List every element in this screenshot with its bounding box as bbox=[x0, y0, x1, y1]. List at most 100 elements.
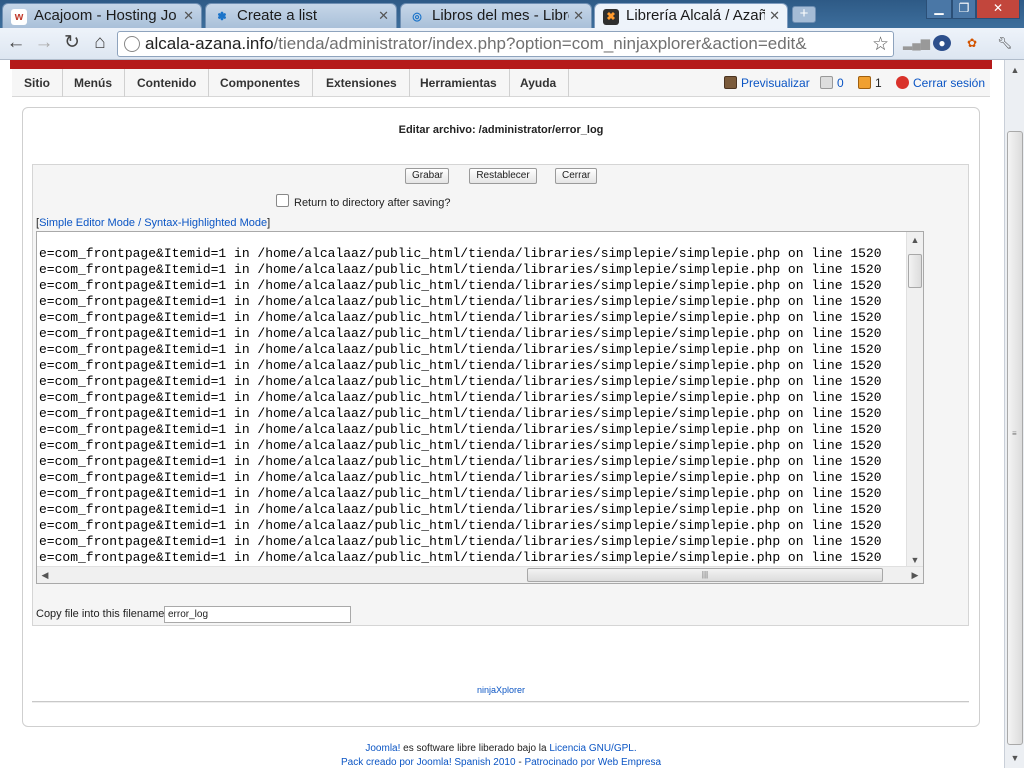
home-icon[interactable]: ⌂ bbox=[89, 32, 111, 54]
tab-strip: w Acajoom - Hosting Jo ✕ ✽ Create a list… bbox=[0, 0, 1024, 28]
code-lines[interactable]: e=com_frontpage&Itemid=1 in /home/alcala… bbox=[39, 246, 905, 566]
code-line: e=com_frontpage&Itemid=1 in /home/alcala… bbox=[39, 438, 882, 453]
menu-componentes[interactable]: Componentes bbox=[208, 69, 314, 97]
tab-create-list[interactable]: ✽ Create a list ✕ bbox=[205, 3, 397, 28]
preview-icon bbox=[724, 76, 737, 89]
signal-bars-icon[interactable]: ▂▄▆ bbox=[903, 35, 930, 51]
editor-mode-link[interactable]: Simple Editor Mode / Syntax-Highlighted … bbox=[39, 217, 267, 229]
close-button[interactable]: Cerrar bbox=[555, 168, 597, 184]
page-scroll-down-icon[interactable]: ▼ bbox=[1007, 750, 1023, 766]
return-directory-checkbox[interactable] bbox=[276, 194, 289, 207]
sponsor-link[interactable]: Patrocinado por Web Empresa bbox=[524, 757, 661, 768]
window-close-button[interactable]: ✕ bbox=[976, 0, 1020, 19]
code-line: e=com_frontpage&Itemid=1 in /home/alcala… bbox=[39, 342, 882, 357]
pack-link[interactable]: Pack creado por Joomla! Spanish 2010 bbox=[341, 757, 516, 768]
scroll-up-icon[interactable]: ▲ bbox=[907, 232, 923, 248]
code-line: e=com_frontpage&Itemid=1 in /home/alcala… bbox=[39, 358, 882, 373]
list-favicon-icon: ✽ bbox=[217, 11, 227, 23]
reload-icon[interactable]: ↻ bbox=[61, 32, 83, 54]
code-horizontal-scrollbar[interactable]: ◀ ||| ▶ bbox=[37, 566, 923, 583]
code-line: e=com_frontpage&Itemid=1 in /home/alcala… bbox=[39, 550, 882, 565]
copy-filename-input[interactable] bbox=[164, 606, 351, 623]
close-tab-icon[interactable]: ✕ bbox=[183, 8, 194, 24]
messages-icon bbox=[820, 76, 833, 89]
page-scroll-up-icon[interactable]: ▲ bbox=[1007, 62, 1023, 78]
code-horizontal-thumb[interactable]: ||| bbox=[527, 568, 883, 582]
code-line: e=com_frontpage&Itemid=1 in /home/alcala… bbox=[39, 422, 882, 437]
menu-ayuda[interactable]: Ayuda bbox=[508, 69, 570, 97]
menu-menus[interactable]: Menús bbox=[62, 69, 126, 97]
code-line: e=com_frontpage&Itemid=1 in /home/alcala… bbox=[39, 310, 882, 325]
menu-contenido[interactable]: Contenido bbox=[125, 69, 210, 97]
save-button[interactable]: Grabar bbox=[405, 168, 449, 184]
joomla-link[interactable]: Joomla! bbox=[365, 743, 400, 754]
tab-title: Librería Alcalá / Azañ bbox=[626, 7, 765, 24]
code-line: e=com_frontpage&Itemid=1 in /home/alcala… bbox=[39, 406, 882, 421]
wrench-icon[interactable]: 🔧︎ bbox=[996, 35, 1014, 51]
code-line: e=com_frontpage&Itemid=1 in /home/alcala… bbox=[39, 246, 882, 261]
new-tab-button[interactable]: + bbox=[792, 6, 816, 23]
extension-flower-icon[interactable]: ✿ bbox=[963, 35, 981, 51]
code-line: e=com_frontpage&Itemid=1 in /home/alcala… bbox=[39, 390, 882, 405]
code-line: e=com_frontpage&Itemid=1 in /home/alcala… bbox=[39, 502, 882, 517]
code-line: e=com_frontpage&Itemid=1 in /home/alcala… bbox=[39, 534, 882, 549]
code-line: e=com_frontpage&Itemid=1 in /home/alcala… bbox=[39, 454, 882, 469]
forward-arrow-icon[interactable]: → bbox=[33, 32, 55, 54]
divider bbox=[32, 701, 969, 703]
menu-extensiones[interactable]: Extensiones bbox=[314, 69, 410, 97]
tab-title: Acajoom - Hosting Jo bbox=[34, 7, 177, 24]
users-icon bbox=[858, 76, 871, 89]
code-line: e=com_frontpage&Itemid=1 in /home/alcala… bbox=[39, 326, 882, 341]
maximize-button[interactable]: ❐ bbox=[952, 0, 976, 19]
footer-separator: - bbox=[518, 757, 522, 768]
tab-title: Libros del mes - Libre bbox=[432, 7, 569, 24]
minimize-button[interactable]: ▁ bbox=[926, 0, 952, 19]
page-scrollbar[interactable]: ▲ ≡ ▼ bbox=[1004, 60, 1024, 768]
code-line: e=com_frontpage&Itemid=1 in /home/alcala… bbox=[39, 262, 882, 277]
code-vertical-thumb[interactable] bbox=[908, 254, 922, 288]
libros-favicon-icon: ◎ bbox=[412, 11, 422, 23]
reset-button[interactable]: Restablecer bbox=[469, 168, 537, 184]
return-directory-label: Return to directory after saving? bbox=[294, 197, 451, 209]
users-online-count: 1 bbox=[858, 76, 882, 90]
logout-icon bbox=[896, 76, 909, 89]
page-content: Sitio Menús Contenido Componentes Extens… bbox=[0, 60, 1004, 768]
tab-libreria-alcala[interactable]: ✖ Librería Alcalá / Azañ ✕ bbox=[594, 3, 788, 28]
tab-acajoom[interactable]: w Acajoom - Hosting Jo ✕ bbox=[2, 3, 202, 28]
globe-icon bbox=[124, 36, 140, 52]
copy-filename-label: Copy file into this filename bbox=[36, 608, 165, 620]
code-editor[interactable]: e=com_frontpage&Itemid=1 in /home/alcala… bbox=[36, 231, 924, 584]
close-tab-icon[interactable]: ✕ bbox=[378, 8, 389, 24]
preview-link[interactable]: Previsualizar bbox=[724, 76, 810, 90]
logout-link[interactable]: Cerrar sesión bbox=[896, 76, 985, 90]
menu-sitio[interactable]: Sitio bbox=[12, 69, 63, 97]
back-arrow-icon[interactable]: ← bbox=[5, 32, 27, 54]
menu-herramientas[interactable]: Herramientas bbox=[408, 69, 510, 97]
code-line: e=com_frontpage&Itemid=1 in /home/alcala… bbox=[39, 278, 882, 293]
tab-libros-del-mes[interactable]: ◎ Libros del mes - Libre ✕ bbox=[400, 3, 592, 28]
header-accent-bar bbox=[10, 60, 992, 69]
footer-text: es software libre liberado bajo la bbox=[403, 743, 547, 754]
code-line: e=com_frontpage&Itemid=1 in /home/alcala… bbox=[39, 486, 882, 501]
admin-menu-bar: Sitio Menús Contenido Componentes Extens… bbox=[12, 69, 990, 97]
license-link[interactable]: Licencia GNU/GPL. bbox=[549, 743, 636, 754]
code-line: e=com_frontpage&Itemid=1 in /home/alcala… bbox=[39, 518, 882, 533]
code-line: e=com_frontpage&Itemid=1 in /home/alcala… bbox=[39, 374, 882, 389]
browser-toolbar: ← → ↻ ⌂ alcala-azana.info/tienda/adminis… bbox=[0, 28, 1024, 60]
close-tab-icon[interactable]: ✕ bbox=[573, 8, 584, 24]
code-line: e=com_frontpage&Itemid=1 in /home/alcala… bbox=[39, 294, 882, 309]
code-vertical-scrollbar[interactable]: ▲ ▼ bbox=[906, 232, 923, 568]
page-title: Editar archivo: /administrator/error_log bbox=[398, 124, 604, 136]
url-text[interactable]: alcala-azana.info/tienda/administrator/i… bbox=[145, 34, 865, 54]
editor-mode-toggle: [Simple Editor Mode / Syntax-Highlighted… bbox=[36, 217, 271, 229]
bookmark-star-icon[interactable]: ☆ bbox=[872, 33, 889, 56]
address-bar[interactable]: alcala-azana.info/tienda/administrator/i… bbox=[117, 31, 894, 57]
messages-count[interactable]: 0 bbox=[820, 76, 844, 90]
ninjaxplorer-link[interactable]: ninjaXplorer bbox=[0, 685, 1002, 695]
scroll-left-icon[interactable]: ◀ bbox=[37, 567, 53, 583]
extension-badge-icon[interactable]: ● bbox=[933, 35, 951, 51]
page-scroll-thumb[interactable] bbox=[1007, 131, 1023, 745]
close-tab-icon[interactable]: ✕ bbox=[769, 8, 780, 24]
code-line: e=com_frontpage&Itemid=1 in /home/alcala… bbox=[39, 470, 882, 485]
scroll-right-icon[interactable]: ▶ bbox=[907, 567, 923, 583]
